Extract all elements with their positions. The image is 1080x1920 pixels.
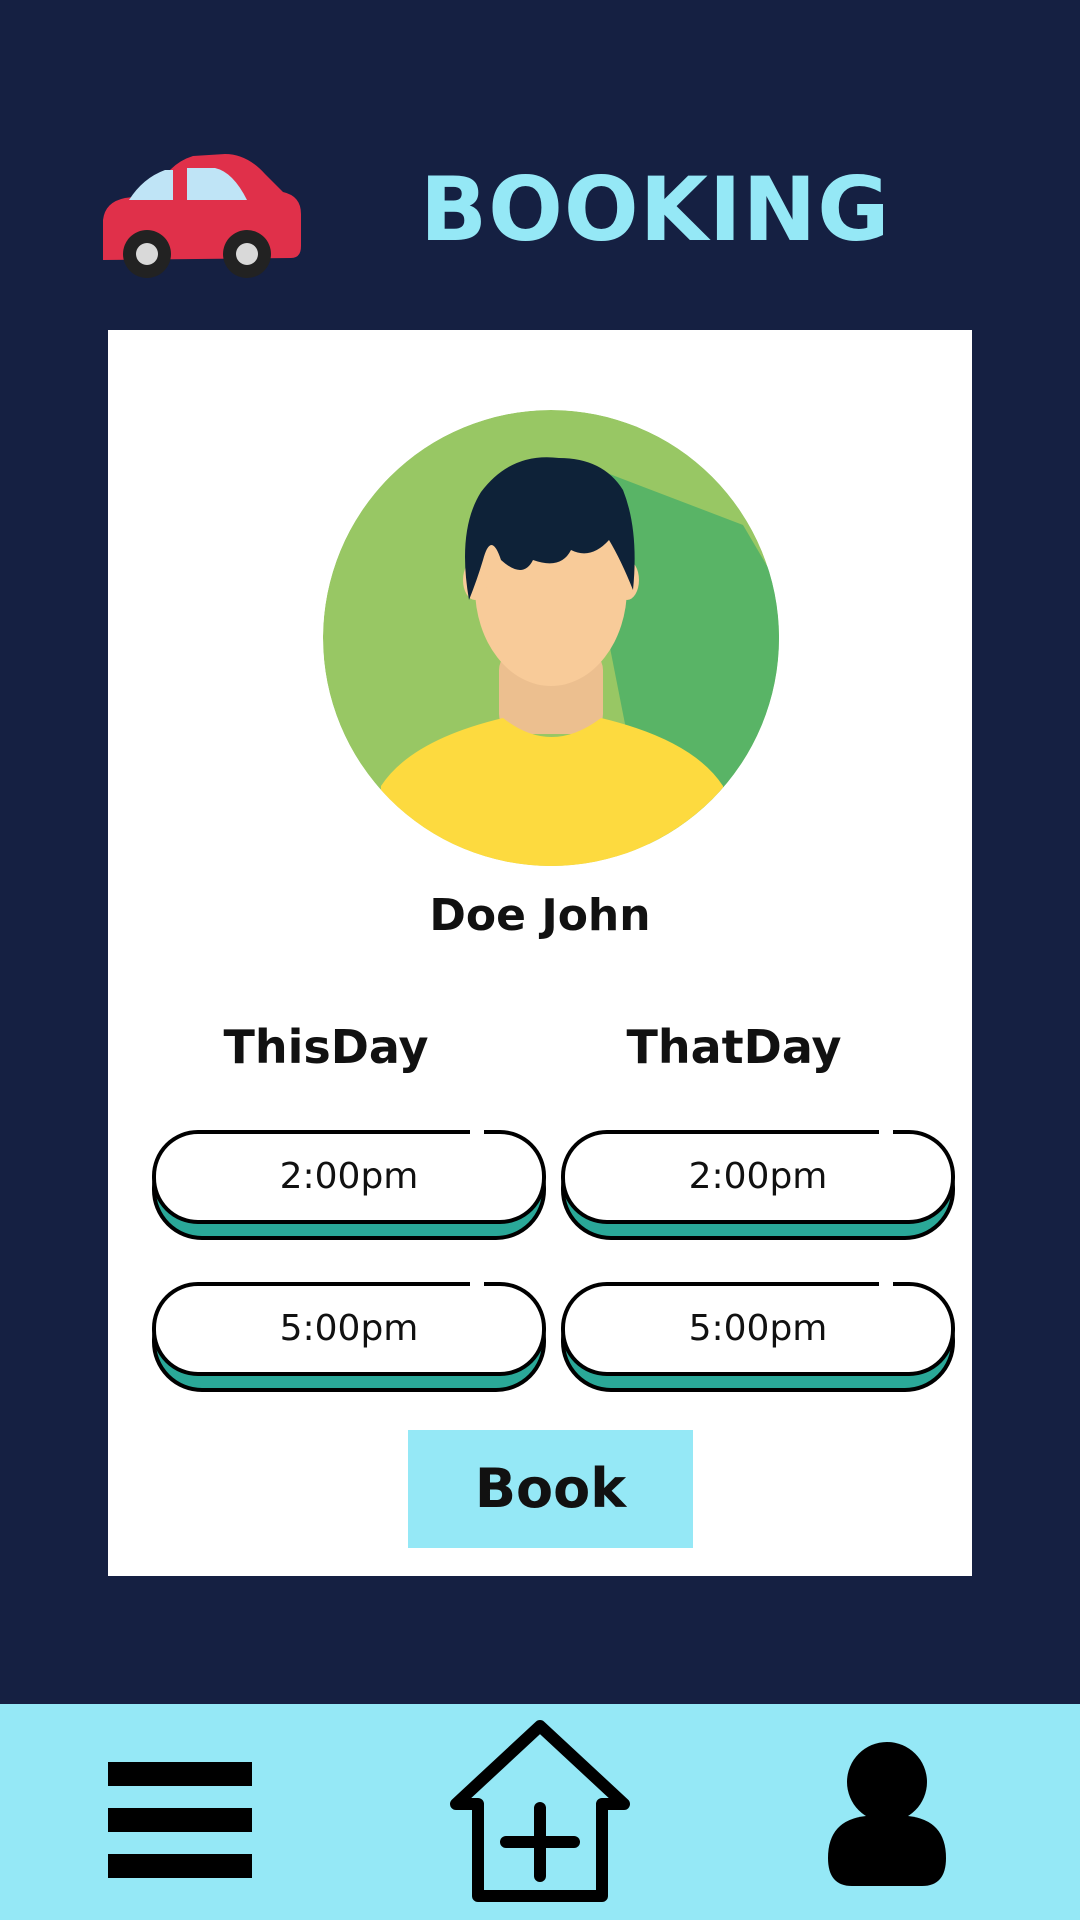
- car-icon: [103, 154, 301, 278]
- user-name: Doe John: [429, 890, 651, 941]
- bottom-nav: [0, 1704, 1080, 1920]
- time-slot-label: 2:00pm: [561, 1130, 955, 1224]
- time-slot-label: 2:00pm: [152, 1130, 546, 1224]
- time-slot-label: 5:00pm: [561, 1282, 955, 1376]
- time-slot-thatday-2[interactable]: 5:00pm: [561, 1280, 955, 1392]
- user-avatar: [323, 410, 779, 866]
- day-label-thisday: ThisDay: [223, 1020, 429, 1074]
- profile-icon[interactable]: [826, 1740, 948, 1888]
- time-slot-label: 5:00pm: [152, 1282, 546, 1376]
- time-slot-thisday-1[interactable]: 2:00pm: [152, 1128, 546, 1240]
- menu-icon[interactable]: [108, 1762, 252, 1878]
- time-slot-thisday-2[interactable]: 5:00pm: [152, 1280, 546, 1392]
- home-add-icon[interactable]: [448, 1718, 632, 1908]
- page-title: BOOKING: [420, 158, 891, 261]
- booking-card: Doe John ThisDay ThatDay 2:00pm 5:00pm 2…: [108, 330, 972, 1576]
- day-label-thatday: ThatDay: [626, 1020, 842, 1074]
- book-button[interactable]: Book: [408, 1430, 693, 1548]
- time-slot-thatday-1[interactable]: 2:00pm: [561, 1128, 955, 1240]
